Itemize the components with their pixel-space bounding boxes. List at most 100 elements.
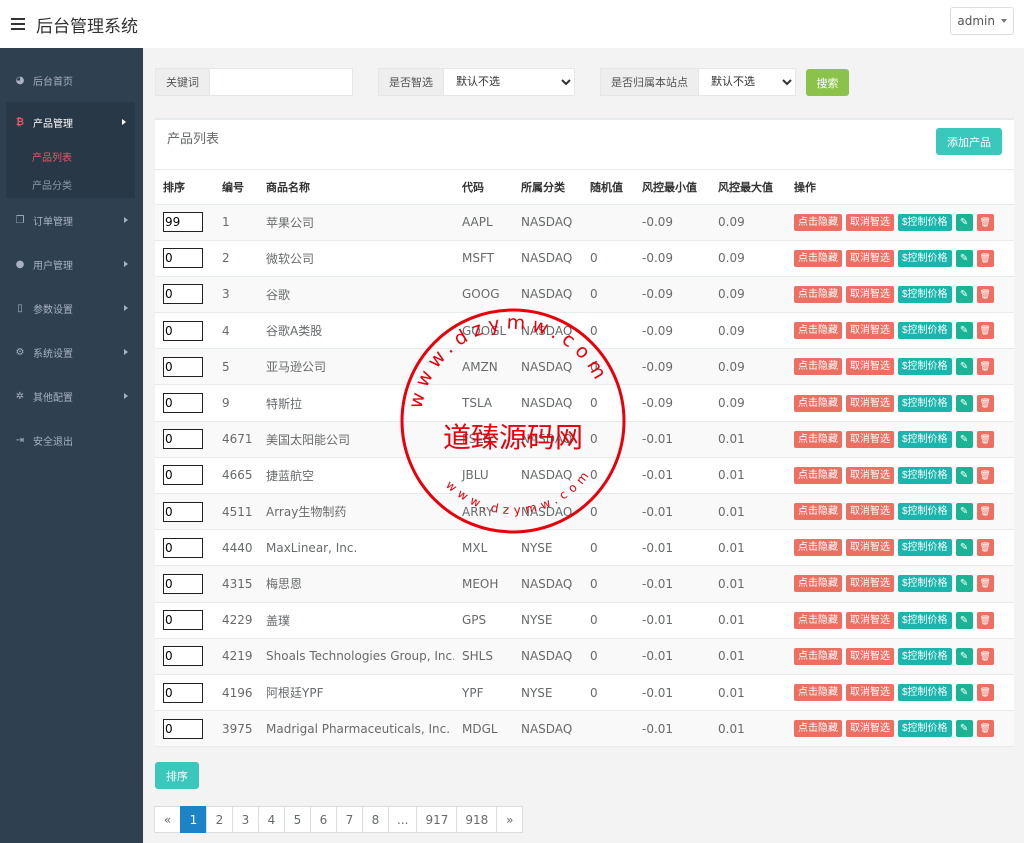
control-price-button[interactable]: $控制价格 (898, 213, 952, 231)
control-price-button[interactable]: $控制价格 (898, 647, 952, 665)
cancel-smart-button[interactable]: 取消智选 (846, 213, 894, 231)
sort-order-input[interactable] (163, 610, 203, 631)
page-link[interactable]: 8 (362, 806, 389, 833)
page-link[interactable]: 1 (180, 806, 207, 833)
edit-icon[interactable]: ✎ (955, 575, 973, 593)
edit-icon[interactable]: ✎ (955, 503, 973, 521)
trash-icon[interactable]: 🗑 (976, 647, 994, 665)
cancel-smart-button[interactable]: 取消智选 (846, 430, 894, 448)
cancel-smart-button[interactable]: 取消智选 (846, 249, 894, 267)
edit-icon[interactable]: ✎ (955, 466, 973, 484)
user-menu-button[interactable]: admin (950, 7, 1014, 35)
sidebar-subitem-product-list[interactable]: 产品列表 (6, 142, 135, 170)
edit-icon[interactable]: ✎ (955, 249, 973, 267)
trash-icon[interactable]: 🗑 (976, 466, 994, 484)
control-price-button[interactable]: $控制价格 (898, 720, 952, 738)
trash-icon[interactable]: 🗑 (976, 720, 994, 738)
page-link[interactable]: 917 (416, 806, 458, 833)
trash-icon[interactable]: 🗑 (976, 684, 994, 702)
sort-order-input[interactable] (163, 356, 203, 377)
control-price-button[interactable]: $控制价格 (898, 466, 952, 484)
edit-icon[interactable]: ✎ (955, 430, 973, 448)
hide-button[interactable]: 点击隐藏 (794, 503, 842, 521)
sidebar-item-home[interactable]: ◕ 后台首页 (0, 58, 143, 102)
sort-order-input[interactable] (163, 501, 203, 522)
cancel-smart-button[interactable]: 取消智选 (846, 466, 894, 484)
trash-icon[interactable]: 🗑 (976, 503, 994, 521)
edit-icon[interactable]: ✎ (955, 358, 973, 376)
control-price-button[interactable]: $控制价格 (898, 249, 952, 267)
trash-icon[interactable]: 🗑 (976, 285, 994, 303)
hide-button[interactable]: 点击隐藏 (794, 575, 842, 593)
sort-order-input[interactable] (163, 465, 203, 486)
cancel-smart-button[interactable]: 取消智选 (846, 358, 894, 376)
hide-button[interactable]: 点击隐藏 (794, 213, 842, 231)
page-link[interactable]: 7 (336, 806, 363, 833)
page-link[interactable]: » (496, 806, 524, 833)
hide-button[interactable]: 点击隐藏 (794, 358, 842, 376)
sort-order-input[interactable] (163, 393, 203, 414)
hide-button[interactable]: 点击隐藏 (794, 249, 842, 267)
hide-button[interactable]: 点击隐藏 (794, 322, 842, 340)
hide-button[interactable]: 点击隐藏 (794, 684, 842, 702)
sidebar-item-params[interactable]: ▯ 参数设置 (0, 286, 143, 330)
control-price-button[interactable]: $控制价格 (898, 611, 952, 629)
edit-icon[interactable]: ✎ (955, 684, 973, 702)
hide-button[interactable]: 点击隐藏 (794, 647, 842, 665)
edit-icon[interactable]: ✎ (955, 611, 973, 629)
cancel-smart-button[interactable]: 取消智选 (846, 322, 894, 340)
sidebar-item-product[interactable]: ₿ 产品管理 (6, 102, 135, 142)
trash-icon[interactable]: 🗑 (976, 249, 994, 267)
trash-icon[interactable]: 🗑 (976, 322, 994, 340)
cancel-smart-button[interactable]: 取消智选 (846, 539, 894, 557)
page-link[interactable]: « (154, 806, 181, 833)
smart-select[interactable]: 默认不选 (444, 69, 574, 95)
page-link[interactable]: 3 (232, 806, 259, 833)
edit-icon[interactable]: ✎ (955, 539, 973, 557)
page-link[interactable]: 6 (310, 806, 337, 833)
page-link[interactable]: 4 (258, 806, 285, 833)
sidebar-item-users[interactable]: ● 用户管理 (0, 242, 143, 286)
sort-button[interactable]: 排序 (155, 762, 199, 789)
edit-icon[interactable]: ✎ (955, 322, 973, 340)
sidebar-subitem-product-category[interactable]: 产品分类 (6, 170, 135, 198)
control-price-button[interactable]: $控制价格 (898, 684, 952, 702)
control-price-button[interactable]: $控制价格 (898, 503, 952, 521)
sidebar-item-other[interactable]: ✲ 其他配置 (0, 374, 143, 418)
sort-order-input[interactable] (163, 573, 203, 594)
edit-icon[interactable]: ✎ (955, 647, 973, 665)
hide-button[interactable]: 点击隐藏 (794, 720, 842, 738)
edit-icon[interactable]: ✎ (955, 285, 973, 303)
page-link[interactable]: 918 (456, 806, 498, 833)
sort-order-input[interactable] (163, 718, 203, 739)
hide-button[interactable]: 点击隐藏 (794, 539, 842, 557)
sidebar-item-orders[interactable]: ❐ 订单管理 (0, 198, 143, 242)
control-price-button[interactable]: $控制价格 (898, 322, 952, 340)
sort-order-input[interactable] (163, 429, 203, 450)
sort-order-input[interactable] (163, 320, 203, 341)
menu-toggle-icon[interactable] (11, 18, 25, 30)
add-product-button[interactable]: 添加产品 (936, 128, 1002, 155)
control-price-button[interactable]: $控制价格 (898, 575, 952, 593)
edit-icon[interactable]: ✎ (955, 720, 973, 738)
cancel-smart-button[interactable]: 取消智选 (846, 720, 894, 738)
hide-button[interactable]: 点击隐藏 (794, 394, 842, 412)
cancel-smart-button[interactable]: 取消智选 (846, 503, 894, 521)
control-price-button[interactable]: $控制价格 (898, 358, 952, 376)
cancel-smart-button[interactable]: 取消智选 (846, 285, 894, 303)
trash-icon[interactable]: 🗑 (976, 213, 994, 231)
trash-icon[interactable]: 🗑 (976, 430, 994, 448)
search-button[interactable]: 搜索 (806, 69, 849, 96)
control-price-button[interactable]: $控制价格 (898, 430, 952, 448)
cancel-smart-button[interactable]: 取消智选 (846, 394, 894, 412)
keyword-input[interactable] (210, 69, 352, 95)
control-price-button[interactable]: $控制价格 (898, 285, 952, 303)
trash-icon[interactable]: 🗑 (976, 611, 994, 629)
sidebar-item-system[interactable]: ⚙ 系统设置 (0, 330, 143, 374)
sort-order-input[interactable] (163, 212, 203, 233)
page-link[interactable]: 2 (206, 806, 233, 833)
page-link[interactable]: 5 (284, 806, 311, 833)
sort-order-input[interactable] (163, 682, 203, 703)
sidebar-item-logout[interactable]: ⇥ 安全退出 (0, 418, 143, 462)
sort-order-input[interactable] (163, 537, 203, 558)
